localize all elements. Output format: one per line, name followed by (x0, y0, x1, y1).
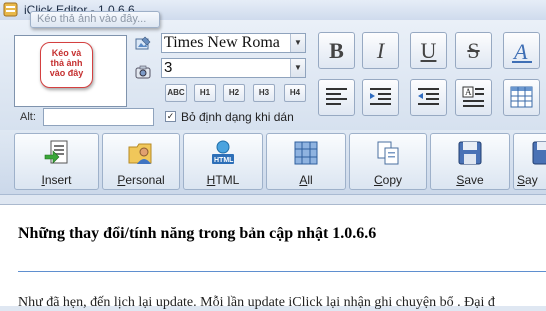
alt-text-input[interactable] (43, 108, 154, 126)
image-edit-icon[interactable] (135, 36, 151, 52)
camera-icon[interactable] (135, 64, 151, 80)
heading-4-button[interactable]: H4 (284, 84, 306, 102)
strikethrough-button[interactable]: S (455, 32, 492, 69)
strip-formatting-label: Bỏ định dạng khi dán (181, 110, 294, 124)
outdent-button[interactable] (410, 79, 447, 116)
chevron-down-icon[interactable]: ▼ (290, 59, 305, 77)
html-icon: HTML (209, 139, 237, 167)
heading-1-button[interactable]: H1 (194, 84, 216, 102)
italic-button[interactable]: I (362, 32, 399, 69)
svg-text:A: A (465, 87, 472, 97)
chevron-down-icon[interactable]: ▼ (290, 34, 305, 52)
strip-formatting-checkbox[interactable]: ✓ (165, 111, 176, 122)
svg-text:A: A (512, 39, 528, 64)
insert-button[interactable]: Insert (14, 133, 99, 190)
indent-button[interactable] (362, 79, 399, 116)
copy-icon (374, 139, 402, 167)
divider (18, 271, 546, 272)
table-icon (504, 80, 539, 115)
folder-user-icon (127, 139, 155, 167)
insert-table-button[interactable] (503, 79, 540, 116)
font-style-button[interactable]: A (503, 32, 540, 69)
save-as-icon (530, 139, 546, 167)
save-icon (456, 139, 484, 167)
select-all-button[interactable]: All (266, 133, 346, 190)
save-button[interactable]: Save (430, 133, 510, 190)
bold-button[interactable]: B (318, 32, 355, 69)
app-icon (3, 2, 18, 17)
font-family-select[interactable]: Times New Roma ▼ (161, 33, 306, 53)
heading-2-button[interactable]: H2 (223, 84, 245, 102)
html-button[interactable]: HTML HTML (183, 133, 263, 190)
text-wrap-icon: A (456, 80, 491, 115)
font-size-select[interactable]: 3 ▼ (161, 58, 306, 78)
alt-label: Alt: (20, 111, 36, 123)
heading-3-button[interactable]: H3 (253, 84, 275, 102)
underline-button[interactable]: U (410, 32, 447, 69)
align-left-icon (319, 80, 354, 115)
document-paragraph: Như đã hẹn, đến lịch lại update. Mỗi lần… (18, 295, 495, 311)
plain-text-button[interactable]: ABC (165, 84, 187, 102)
text-wrap-button[interactable]: A (455, 79, 492, 116)
outdent-icon (411, 80, 446, 115)
font-style-icon: A (504, 33, 539, 68)
save-as-button[interactable]: Say (513, 133, 546, 190)
align-left-button[interactable] (318, 79, 355, 116)
drop-hint-callout: Kéo và thả ảnh vào đây (40, 42, 93, 88)
editor-document[interactable]: Những thay đổi/tính năng trong bản cập n… (0, 204, 546, 306)
svg-text:HTML: HTML (214, 157, 234, 164)
personal-button[interactable]: Personal (102, 133, 180, 190)
copy-button[interactable]: Copy (349, 133, 427, 190)
grid-icon (292, 139, 320, 167)
indent-icon (363, 80, 398, 115)
insert-icon (43, 139, 71, 167)
document-title: Những thay đổi/tính năng trong bản cập n… (18, 225, 376, 243)
tooltip: Kéo thả ảnh vào đây... (30, 11, 160, 28)
